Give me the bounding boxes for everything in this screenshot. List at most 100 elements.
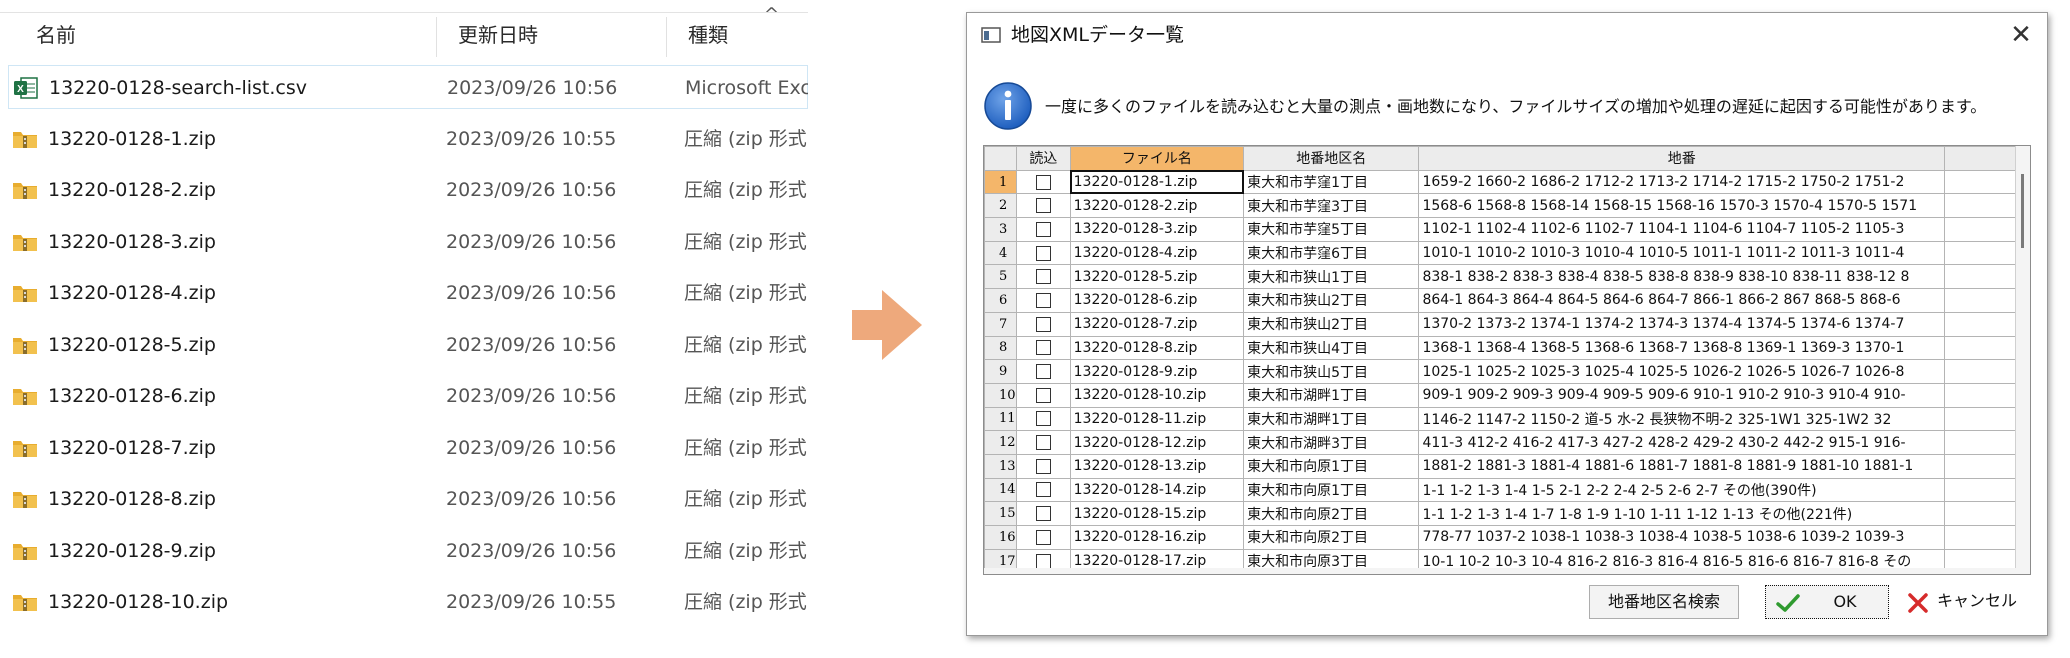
lots-cell[interactable]: 1010-1 1010-2 1010-3 1010-4 1010-5 1011-… <box>1418 240 1946 266</box>
district-cell[interactable]: 東大和市向原2丁目 <box>1243 525 1420 550</box>
lots-cell[interactable]: 864-1 864-3 864-4 864-5 864-6 864-7 866-… <box>1418 288 1946 313</box>
district-cell[interactable]: 東大和市狭山5丁目 <box>1243 359 1420 384</box>
cancel-button[interactable]: キャンセル <box>1897 585 2027 619</box>
file-name-cell[interactable]: 13220-0128-15.zip <box>1069 501 1245 526</box>
grid-row[interactable]: 11 13220-0128-11.zip 東大和市湖畔1丁目 1146-2 1147-… <box>984 406 2030 432</box>
grid-row[interactable]: 14 13220-0128-14.zip 東大和市向原1丁目 1-1 1-2 1-3 … <box>984 477 2030 503</box>
file-name-cell[interactable]: 13220-0128-12.zip <box>1069 430 1245 455</box>
column-header-lots[interactable]: 地番 <box>1418 146 1946 171</box>
file-name-cell[interactable]: 13220-0128-6.zip <box>1069 288 1245 313</box>
read-checkbox[interactable] <box>1035 411 1051 427</box>
file-name-cell[interactable]: 13220-0128-1.zip <box>1069 169 1245 195</box>
lots-cell[interactable]: 1568-6 1568-8 1568-14 1568-15 1568-16 15… <box>1418 193 1946 219</box>
lots-cell[interactable]: 1146-2 1147-2 1150-2 道-5 水-2 長狭物不明-2 325… <box>1418 406 1946 432</box>
grid-row[interactable]: 4 13220-0128-4.zip 東大和市芋窪6丁目 1010-1 1010-2 … <box>984 240 2030 266</box>
read-checkbox[interactable] <box>1035 553 1051 569</box>
lots-cell[interactable]: 909-1 909-2 909-3 909-4 909-5 909-6 910-… <box>1418 382 1946 408</box>
lots-cell[interactable]: 1-1 1-2 1-3 1-4 1-7 1-8 1-9 1-10 1-11 1-… <box>1418 501 1946 526</box>
district-cell[interactable]: 東大和市狭山4丁目 <box>1243 335 1420 361</box>
file-name-cell[interactable]: 13220-0128-14.zip <box>1069 477 1245 503</box>
district-cell[interactable]: 東大和市芋窪5丁目 <box>1243 217 1420 242</box>
file-row[interactable]: 13220-0128-10.zip 2023/09/26 10:55 圧縮 (zip… <box>8 580 808 624</box>
column-header-name[interactable]: 名前 <box>36 13 76 57</box>
grid-row[interactable]: 9 13220-0128-9.zip 東大和市狭山5丁目 1025-1 1025-2 … <box>984 359 2030 384</box>
xml-data-grid[interactable]: 読込 ファイル名 地番地区名 地番 1 13220-0128-1.zip 東大和市芋… <box>983 145 2031 575</box>
read-checkbox[interactable] <box>1035 529 1051 545</box>
read-checkbox[interactable] <box>1035 482 1051 498</box>
file-row[interactable]: 13220-0128-1.zip 2023/09/26 10:55 圧縮 (zip … <box>8 117 808 161</box>
district-search-button[interactable]: 地番地区名検索 <box>1589 585 1739 619</box>
district-cell[interactable]: 東大和市狭山1丁目 <box>1243 264 1420 290</box>
district-cell[interactable]: 東大和市芋窪6丁目 <box>1243 240 1420 266</box>
read-checkbox[interactable] <box>1035 245 1051 261</box>
column-header-district[interactable]: 地番地区名 <box>1243 146 1420 171</box>
district-cell[interactable]: 東大和市向原1丁目 <box>1243 453 1420 479</box>
lots-cell[interactable]: 1881-2 1881-3 1881-4 1881-6 1881-7 1881-… <box>1418 453 1946 479</box>
file-row[interactable]: 13220-0128-4.zip 2023/09/26 10:56 圧縮 (zip … <box>8 271 808 315</box>
file-row[interactable]: X 13220-0128-search-list.csv 2023/09/26 10… <box>8 65 808 109</box>
grid-row[interactable]: 6 13220-0128-6.zip 東大和市狭山2丁目 864-1 864-3 86… <box>984 288 2030 313</box>
ok-button[interactable]: OK <box>1765 585 1889 619</box>
file-name-cell[interactable]: 13220-0128-4.zip <box>1069 240 1245 266</box>
lots-cell[interactable]: 1368-1 1368-4 1368-5 1368-6 1368-7 1368-… <box>1418 335 1946 361</box>
district-cell[interactable]: 東大和市向原2丁目 <box>1243 501 1420 526</box>
file-row[interactable]: 13220-0128-3.zip 2023/09/26 10:56 圧縮 (zip … <box>8 220 808 264</box>
grid-row[interactable]: 8 13220-0128-8.zip 東大和市狭山4丁目 1368-1 1368-4 … <box>984 335 2030 361</box>
close-icon[interactable]: ✕ <box>2003 17 2039 53</box>
column-header-type[interactable]: 種類 <box>688 13 728 57</box>
read-checkbox[interactable] <box>1035 387 1051 403</box>
lots-cell[interactable]: 778-77 1037-2 1038-1 1038-3 1038-4 1038-… <box>1418 525 1946 550</box>
file-row[interactable]: 13220-0128-9.zip 2023/09/26 10:56 圧縮 (zip … <box>8 529 808 573</box>
column-header-file-name[interactable]: ファイル名 <box>1069 146 1245 171</box>
lots-cell[interactable]: 1659-2 1660-2 1686-2 1712-2 1713-2 1714-… <box>1418 169 1946 195</box>
grid-row[interactable]: 2 13220-0128-2.zip 東大和市芋窪3丁目 1568-6 1568-8 … <box>984 193 2030 219</box>
file-name-cell[interactable]: 13220-0128-11.zip <box>1069 406 1245 432</box>
read-checkbox[interactable] <box>1035 340 1051 356</box>
district-cell[interactable]: 東大和市芋窪1丁目 <box>1243 169 1420 195</box>
district-cell[interactable]: 東大和市狭山2丁目 <box>1243 311 1420 337</box>
column-divider[interactable] <box>436 17 437 57</box>
file-row[interactable]: 13220-0128-7.zip 2023/09/26 10:56 圧縮 (zip … <box>8 426 808 470</box>
file-name-cell[interactable]: 13220-0128-16.zip <box>1069 525 1245 550</box>
grid-row[interactable]: 7 13220-0128-7.zip 東大和市狭山2丁目 1370-2 1373-2 … <box>984 311 2030 337</box>
read-checkbox[interactable] <box>1035 506 1051 522</box>
read-checkbox[interactable] <box>1035 269 1051 285</box>
grid-row[interactable]: 10 13220-0128-10.zip 東大和市湖畔1丁目 909-1 909-2 … <box>984 382 2030 408</box>
lots-cell[interactable]: 411-3 412-2 416-2 417-3 427-2 428-2 429-… <box>1418 430 1946 455</box>
read-checkbox[interactable] <box>1035 458 1051 474</box>
lots-cell[interactable]: 1-1 1-2 1-3 1-4 1-5 2-1 2-2 2-4 2-5 2-6 … <box>1418 477 1946 503</box>
read-checkbox[interactable] <box>1035 174 1051 190</box>
grid-row[interactable]: 15 13220-0128-15.zip 東大和市向原2丁目 1-1 1-2 1-3 … <box>984 501 2030 526</box>
column-header-read[interactable]: 読込 <box>1015 146 1071 171</box>
grid-row[interactable]: 16 13220-0128-16.zip 東大和市向原2丁目 778-77 1037-… <box>984 525 2030 550</box>
read-checkbox[interactable] <box>1035 435 1051 451</box>
grid-row[interactable]: 12 13220-0128-12.zip 東大和市湖畔3丁目 411-3 412-2 … <box>984 430 2030 455</box>
read-checkbox[interactable] <box>1035 221 1051 237</box>
vertical-scrollbar[interactable] <box>2015 146 2030 574</box>
file-name-cell[interactable]: 13220-0128-8.zip <box>1069 335 1245 361</box>
file-name-cell[interactable]: 13220-0128-7.zip <box>1069 311 1245 337</box>
horizontal-scrollbar[interactable] <box>984 568 2030 574</box>
district-cell[interactable]: 東大和市湖畔1丁目 <box>1243 406 1420 432</box>
district-cell[interactable]: 東大和市狭山2丁目 <box>1243 288 1420 313</box>
file-name-cell[interactable]: 13220-0128-9.zip <box>1069 359 1245 384</box>
file-name-cell[interactable]: 13220-0128-3.zip <box>1069 217 1245 242</box>
file-row[interactable]: 13220-0128-5.zip 2023/09/26 10:56 圧縮 (zip … <box>8 323 808 367</box>
read-checkbox[interactable] <box>1035 364 1051 380</box>
district-cell[interactable]: 東大和市芋窪3丁目 <box>1243 193 1420 219</box>
file-row[interactable]: 13220-0128-2.zip 2023/09/26 10:56 圧縮 (zip … <box>8 168 808 212</box>
file-row[interactable]: 13220-0128-6.zip 2023/09/26 10:56 圧縮 (zip … <box>8 374 808 418</box>
grid-row[interactable]: 3 13220-0128-3.zip 東大和市芋窪5丁目 1102-1 1102-4 … <box>984 217 2030 242</box>
file-name-cell[interactable]: 13220-0128-13.zip <box>1069 453 1245 479</box>
scrollbar-thumb[interactable] <box>2021 174 2024 248</box>
read-checkbox[interactable] <box>1035 292 1051 308</box>
dialog-titlebar[interactable]: 地図XMLデータ一覧 ✕ <box>967 13 2047 57</box>
grid-row[interactable]: 1 13220-0128-1.zip 東大和市芋窪1丁目 1659-2 1660-2 … <box>984 169 2030 195</box>
lots-cell[interactable]: 1102-1 1102-4 1102-6 1102-7 1104-1 1104-… <box>1418 217 1946 242</box>
column-header-date[interactable]: 更新日時 <box>458 13 538 57</box>
lots-cell[interactable]: 1370-2 1373-2 1374-1 1374-2 1374-3 1374-… <box>1418 311 1946 337</box>
district-cell[interactable]: 東大和市向原1丁目 <box>1243 477 1420 503</box>
read-checkbox[interactable] <box>1035 316 1051 332</box>
district-cell[interactable]: 東大和市湖畔1丁目 <box>1243 382 1420 408</box>
column-divider[interactable] <box>666 17 667 57</box>
